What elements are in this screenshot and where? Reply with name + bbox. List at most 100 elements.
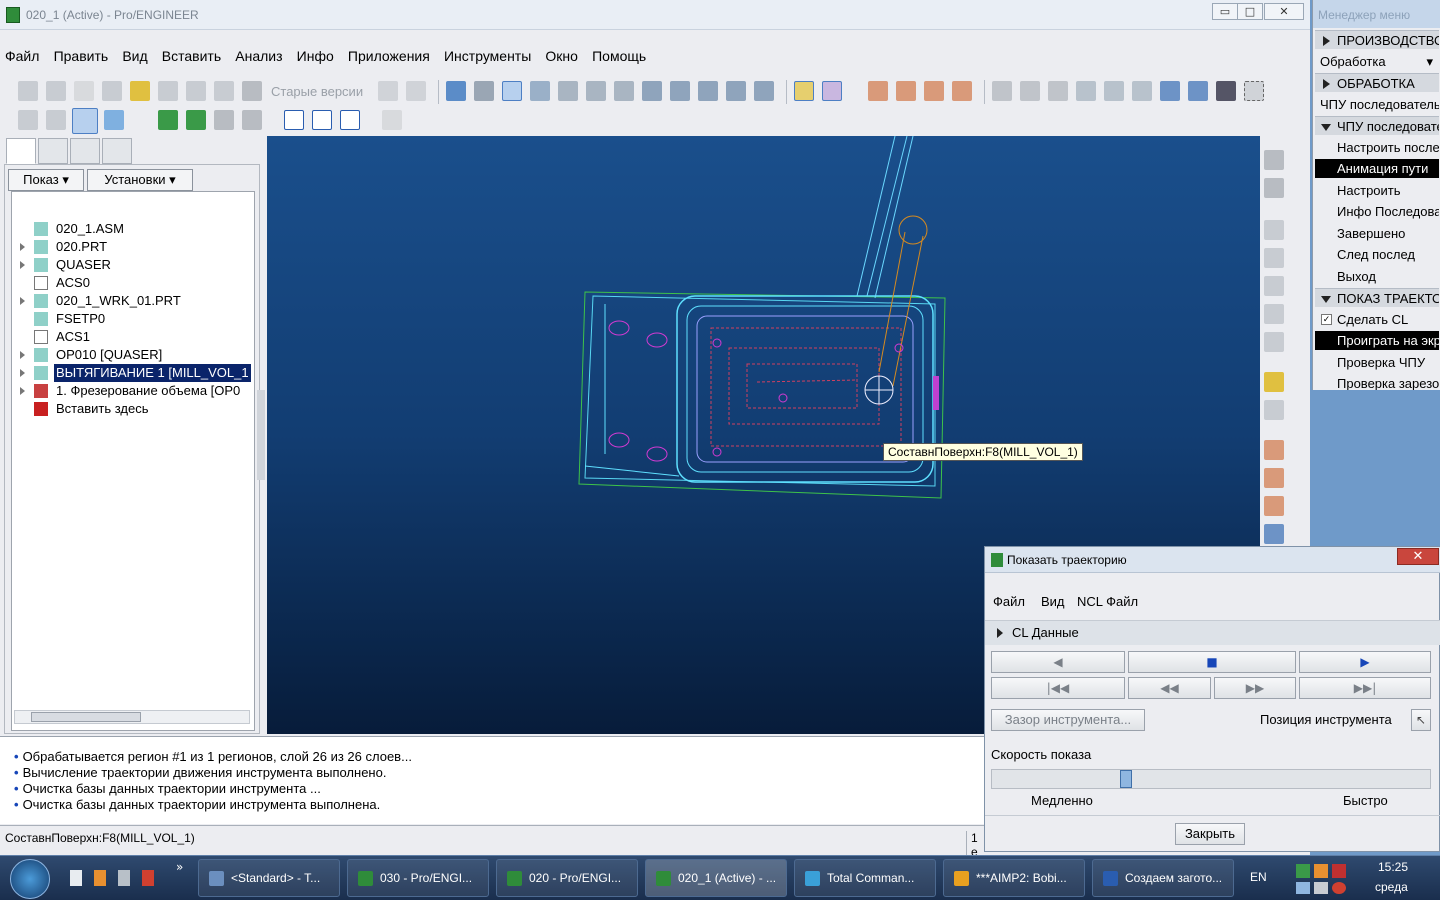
print-icon[interactable] [242, 81, 262, 101]
taskbar-item[interactable]: Total Comman... [794, 859, 936, 897]
speed-slider-thumb[interactable] [1120, 770, 1132, 788]
taskbar-item[interactable]: Создаем загото... [1092, 859, 1234, 897]
tree-hscrollbar[interactable] [14, 710, 250, 724]
menu-manager-item[interactable]: ✓ Сделать CL [1315, 310, 1439, 329]
zoom-in-icon[interactable] [558, 81, 578, 101]
favorites-tab[interactable] [70, 138, 100, 164]
menu-info[interactable]: Инфо [292, 44, 339, 68]
view-manager-icon[interactable] [726, 81, 746, 101]
old-versions-button[interactable]: Старые версии [271, 84, 363, 99]
mill-window-icon[interactable] [1264, 400, 1284, 420]
hscroll-thumb[interactable] [31, 712, 141, 722]
menu-applications[interactable]: Приложения [343, 44, 435, 68]
regenerate-icon[interactable] [1160, 81, 1180, 101]
dialog-close-button[interactable]: ✕ [1397, 548, 1439, 565]
mfg-params-icon[interactable] [186, 110, 206, 130]
zoom-out-icon[interactable] [586, 81, 606, 101]
taskbar-item[interactable]: 020_1 (Active) - ... [645, 859, 787, 897]
no-hidden-icon[interactable] [72, 108, 98, 134]
spin-center-icon[interactable] [502, 81, 522, 101]
close-window-icon[interactable] [340, 110, 360, 130]
repaint-icon[interactable] [446, 81, 466, 101]
menu-manager-item[interactable]: Настроить [1315, 181, 1439, 200]
hole-feature-icon[interactable] [1264, 304, 1284, 324]
menu-manager-item[interactable]: Проверка ЧПУ [1315, 353, 1439, 372]
regen-icon[interactable] [378, 81, 398, 101]
tray-antivirus-icon[interactable] [1332, 882, 1346, 894]
copy-icon[interactable] [1076, 81, 1096, 101]
quicklaunch-calendar-icon[interactable] [142, 870, 154, 886]
tray-volume-icon[interactable] [1314, 882, 1328, 894]
menu-window[interactable]: Окно [540, 44, 583, 68]
round-feature-icon[interactable] [1264, 332, 1284, 352]
shading-icon[interactable] [104, 110, 124, 130]
step-back-button[interactable]: ◀◀ [1128, 677, 1211, 699]
tray-network-icon[interactable] [1296, 864, 1310, 878]
restore-button[interactable]: □ [1237, 3, 1263, 20]
menu-edit[interactable]: Править [49, 44, 114, 68]
extrude-feature-icon[interactable] [1264, 220, 1284, 240]
regen-manager2-icon[interactable] [1188, 81, 1208, 101]
mfg-geometry-icon[interactable] [1264, 178, 1284, 198]
datum-plane-tool-icon[interactable] [1264, 440, 1284, 460]
show-dropdown[interactable]: Показ ▾ [8, 169, 84, 191]
reorient-icon[interactable] [642, 81, 662, 101]
tool-clearance-button[interactable]: Зазор инструмента... [991, 709, 1145, 731]
cl-data-section[interactable]: CL Данные [985, 621, 1440, 645]
window-icon[interactable] [284, 110, 304, 130]
menu-manager-item[interactable]: Выход [1315, 267, 1439, 286]
taskbar-item[interactable]: 020 - Pro/ENGI... [496, 859, 638, 897]
menu-manager-item[interactable]: Завершено [1315, 224, 1439, 243]
tree-expand-icon[interactable] [20, 243, 26, 251]
folder-browser-tab[interactable] [38, 138, 68, 164]
save-copy-icon[interactable] [158, 81, 178, 101]
menu-analysis[interactable]: Анализ [230, 44, 287, 68]
dialog-menu-view[interactable]: Вид [1041, 594, 1065, 609]
tray-ati-icon[interactable] [1332, 864, 1346, 878]
backup-icon[interactable] [186, 81, 206, 101]
rewind-start-button[interactable]: |◀◀ [991, 677, 1125, 699]
erase-icon[interactable] [214, 81, 234, 101]
tray-monitor-icon[interactable] [1296, 882, 1310, 894]
mfg-fixture-icon[interactable] [214, 110, 234, 130]
stop-button[interactable]: ■ [1128, 651, 1296, 673]
datum-curve-tool-icon[interactable] [1264, 496, 1284, 516]
folder-open-icon[interactable] [102, 81, 122, 101]
find-icon[interactable] [1216, 81, 1236, 101]
datum-axis-tool-icon[interactable] [1264, 468, 1284, 488]
play-backward-button[interactable]: ◀ [991, 651, 1125, 673]
tree-expand-icon[interactable] [20, 369, 26, 377]
tree-expand-icon[interactable] [20, 351, 26, 359]
splitter-handle[interactable] [257, 390, 265, 480]
refit-icon[interactable] [614, 81, 634, 101]
tray-media-icon[interactable] [1314, 864, 1328, 878]
taskbar-item[interactable]: ***AIMP2: Bobi... [943, 859, 1085, 897]
sketch-feature-icon[interactable] [1264, 372, 1284, 392]
paste-icon[interactable] [1104, 81, 1124, 101]
blank-doc-icon[interactable] [74, 81, 94, 101]
taskbar-item[interactable]: 030 - Pro/ENGI... [347, 859, 489, 897]
mfg-tool-icon[interactable] [158, 110, 178, 130]
mfg-setup-icon[interactable] [242, 110, 262, 130]
start-button[interactable] [10, 859, 50, 899]
menu-manager-item[interactable]: ЧПУ последовательность [1315, 116, 1439, 135]
taskbar-item[interactable]: <Standard> - T... [198, 859, 340, 897]
quicklaunch-paint-icon[interactable] [94, 870, 106, 886]
close-dialog-button[interactable]: Закрыть [1175, 823, 1245, 845]
menu-help[interactable]: Помощь [587, 44, 651, 68]
tree-expand-icon[interactable] [20, 261, 26, 269]
menu-tools[interactable]: Инструменты [439, 44, 536, 68]
quicklaunch-app-icon[interactable] [118, 870, 130, 886]
dialog-menu-file[interactable]: Файл [993, 594, 1025, 609]
appearance-icon[interactable] [754, 81, 774, 101]
open-icon[interactable] [46, 81, 66, 101]
menu-manager-item[interactable]: ПОКАЗ ТРАЕКТОРИИ [1315, 288, 1439, 307]
model-tree-tab[interactable] [6, 138, 36, 164]
menu-file[interactable]: Файл [0, 44, 44, 68]
dialog-menu-ncl[interactable]: NCL Файл [1077, 594, 1138, 609]
checkbox-checked-icon[interactable]: ✓ [1321, 313, 1332, 325]
datum-points-icon[interactable] [868, 81, 888, 101]
tool-manager-icon[interactable] [1264, 150, 1284, 170]
context-help-icon[interactable] [382, 110, 402, 130]
menu-view[interactable]: Вид [117, 44, 152, 68]
